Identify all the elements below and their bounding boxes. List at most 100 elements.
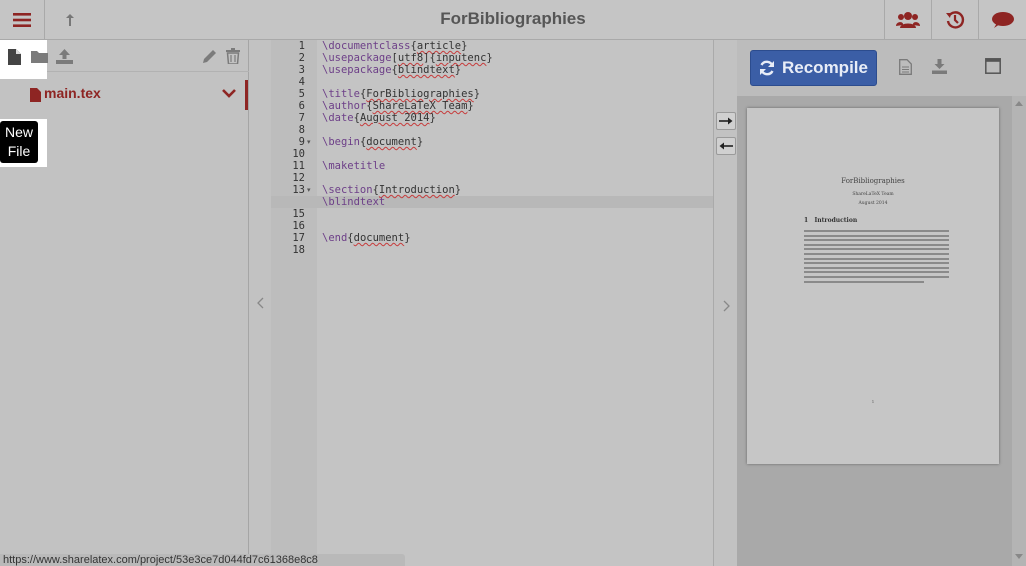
code-line: \begin{document} [322,136,424,148]
pdf-text-line [804,266,949,269]
history-button[interactable] [931,0,978,40]
chat-button[interactable] [978,0,1026,40]
line-number: 6 [298,100,305,112]
new-folder-button[interactable] [30,47,48,65]
line-number: 17 [292,232,305,244]
pdf-preview-panel: Recompile ForBibliographies ShareLaTeX T… [737,40,1026,566]
line-number: 11 [292,160,305,172]
trash-icon [226,48,240,64]
scroll-down-arrow-icon[interactable] [1015,554,1023,560]
log-file-icon[interactable] [899,59,912,75]
maximize-window-icon[interactable] [985,58,1001,74]
refresh-icon [760,60,774,76]
delete-button[interactable] [224,47,242,65]
pdf-doc-title: ForBibliographies [841,177,905,185]
users-icon [896,12,920,28]
line-number: 18 [292,244,305,256]
code-editor[interactable]: 123456789▾10111213▾1415161718 \documentc… [271,40,713,566]
pdf-text-line [804,271,949,274]
pdf-text-line [804,234,949,237]
app-window: ForBibliographies main.tex New File 1 2 … [0,0,1026,566]
project-title: ForBibliographies [440,9,586,28]
tooltip-line-2: File [7,143,31,159]
pdf-text-line [804,230,949,232]
pdf-page-number: 1 [871,400,875,404]
selection-indicator [245,80,248,110]
code-line: \title{ForBibliographies} [322,88,481,100]
file-name-label: main.tex [44,85,101,101]
share-button[interactable] [884,0,931,40]
pdf-text-line [804,280,924,283]
new-file-icon [8,49,21,65]
file-icon [30,88,41,102]
download-icon[interactable] [932,59,947,74]
fold-toggle-icon[interactable]: ▾ [307,138,311,146]
file-tree-item-main-tex[interactable]: main.tex [0,80,248,110]
chat-bubble-icon [991,12,1014,28]
line-number: 15 [292,208,305,220]
folder-icon [30,50,48,63]
pdf-page: ForBibliographies ShareLaTeX Team August… [747,108,999,464]
code-line: \blindtext [322,196,386,208]
recompile-label: Recompile [782,58,868,77]
recompile-button[interactable]: Recompile [750,50,877,86]
level-up-icon [66,14,74,26]
new-file-tooltip: New File [0,119,47,167]
hamburger-icon [13,13,31,27]
code-line: \usepackage[utf8]{inputenc} [322,52,493,64]
tooltip-box: New File [0,121,38,163]
pdf-section-title: Introduction [814,217,858,224]
upload-icon [55,48,73,64]
pdf-text-line [804,276,949,278]
code-line: \usepackage{blindtext} [322,64,462,76]
arrow-right-icon [719,117,733,125]
chevron-left-icon [256,297,263,309]
line-number: 12 [292,172,305,184]
status-url-bar: https://www.sharelatex.com/project/53e3c… [0,554,405,566]
rename-button[interactable] [200,47,218,65]
chevron-right-icon[interactable] [723,300,730,312]
line-number: 2 [298,52,305,64]
tooltip-line-1: New [4,124,33,140]
line-number: 4 [298,76,305,88]
line-number: 9 [298,136,305,148]
code-line: \end{document} [322,232,411,244]
sync-to-pdf-button[interactable] [716,112,736,130]
line-number: 13 [292,184,305,196]
pdf-section-number: 1 [804,217,809,224]
file-tree-toolbar [0,40,249,79]
pdf-doc-date: August 2014 [858,201,888,206]
code-line: \documentclass{article} [322,40,468,52]
line-number: 1 [298,40,305,52]
collapse-file-tree-handle[interactable] [249,40,271,566]
line-number: 5 [298,88,305,100]
file-tree-panel: main.tex New File [0,40,249,566]
line-number: 8 [298,124,305,136]
back-to-projects-button[interactable] [45,0,95,40]
sync-controls [713,40,737,566]
pdf-text-line [804,248,949,251]
pdf-text-line [804,253,949,255]
pdf-doc-author: ShareLaTeX Team [852,192,894,197]
pdf-section-heading: 1 Introduction [804,217,857,224]
fold-toggle-icon[interactable]: ▾ [307,186,311,194]
pdf-scrollbar[interactable] [1012,96,1026,566]
menu-button[interactable] [0,0,45,40]
code-line: \maketitle [322,160,386,172]
code-line: \date{August 2014} [322,112,436,124]
pencil-icon [202,49,216,63]
pdf-toolbar: Recompile [737,40,1026,96]
top-toolbar: ForBibliographies [0,0,1026,40]
upload-button[interactable] [55,47,73,65]
line-number: 3 [298,64,305,76]
code-line: \section{Introduction} [322,184,462,196]
pdf-text-line [804,239,949,242]
pdf-text-line [804,243,949,246]
arrow-left-icon [719,142,733,150]
line-number-gutter: 123456789▾10111213▾1415161718 [271,40,317,566]
scroll-up-arrow-icon[interactable] [1015,100,1023,106]
chevron-down-icon[interactable] [222,88,236,98]
line-number: 10 [292,148,305,160]
sync-to-code-button[interactable] [716,137,736,155]
line-number: 7 [298,112,305,124]
